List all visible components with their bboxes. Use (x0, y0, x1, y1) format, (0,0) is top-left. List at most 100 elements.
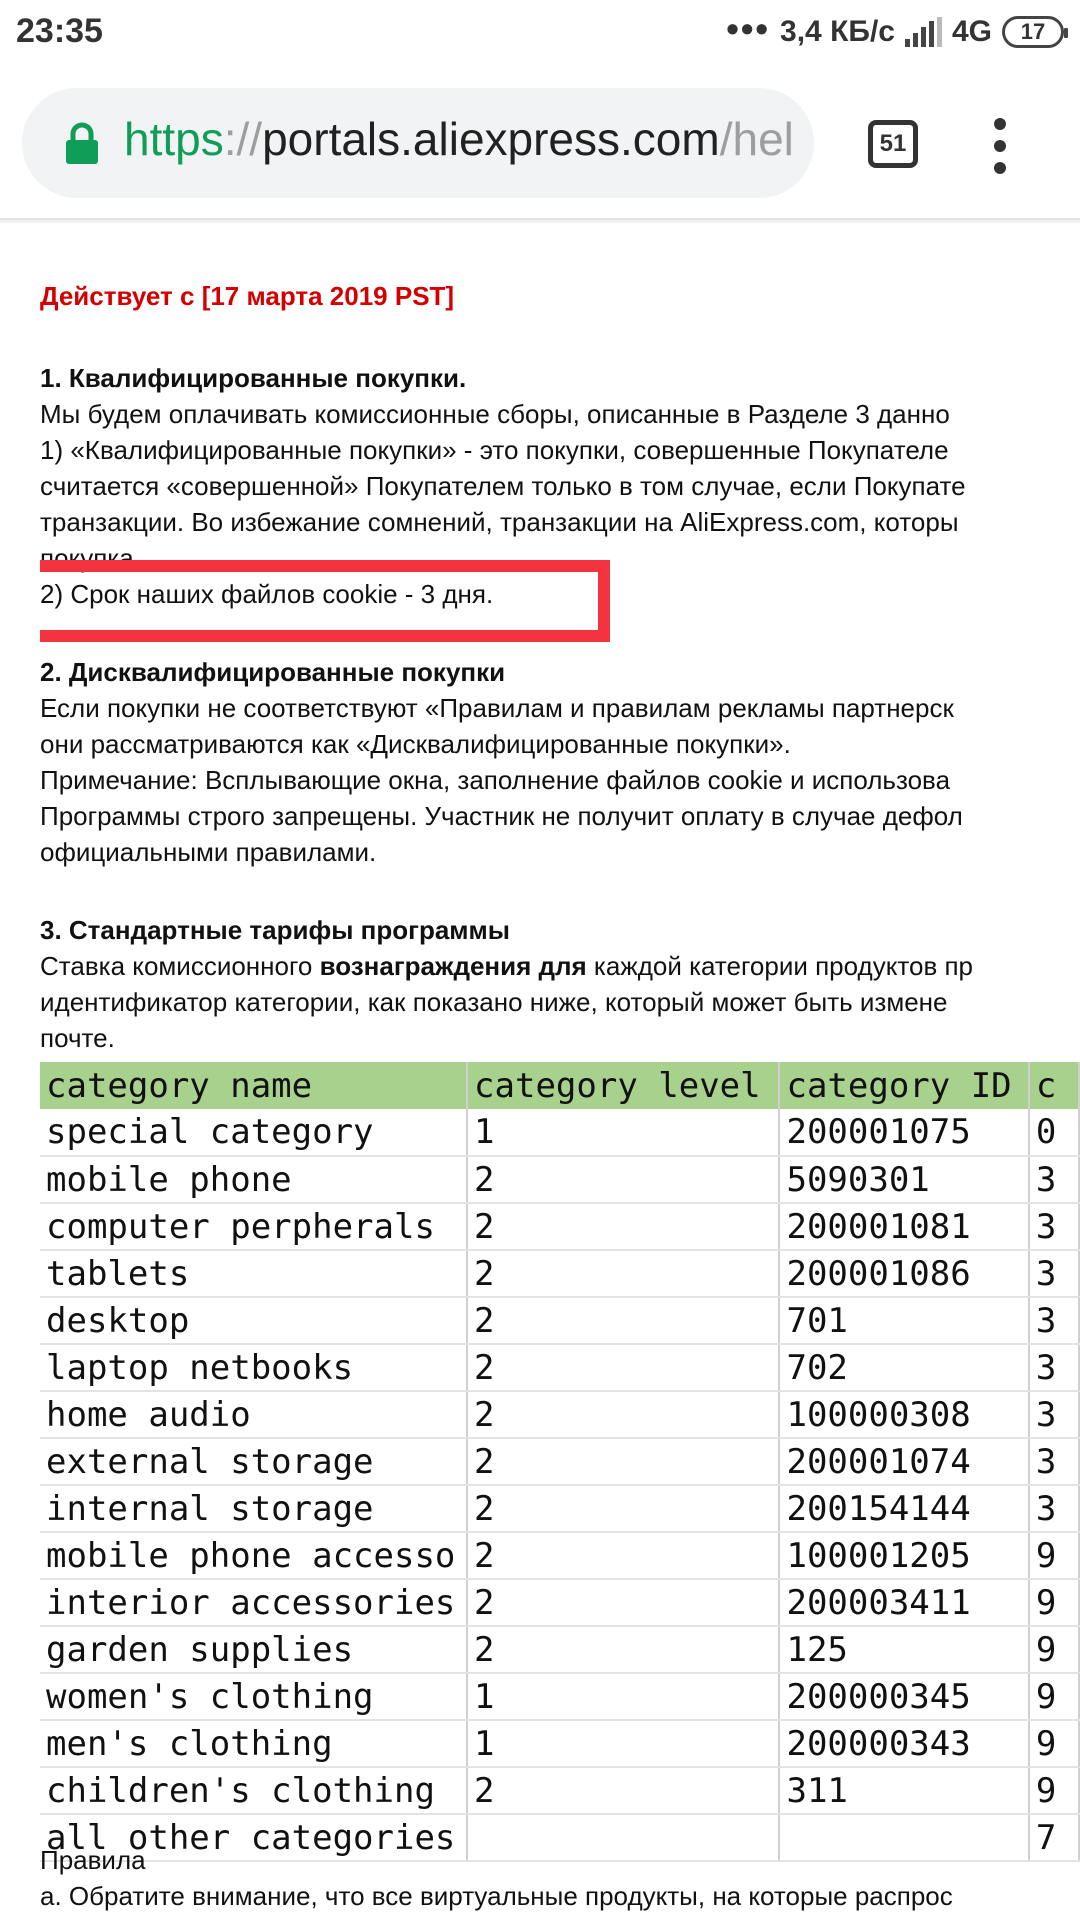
table-header-row: category name category level category ID… (40, 1062, 1080, 1109)
paragraph-line: они рассматриваются как «Дисквалифициров… (40, 729, 791, 759)
effective-date: Действует с [17 марта 2019 PST] (40, 281, 455, 311)
table-cell: laptop netbooks (40, 1344, 469, 1392)
table-cell: desktop (40, 1297, 469, 1345)
table-cell: 200003411 (779, 1579, 1030, 1627)
url-scheme: https (124, 113, 224, 165)
table-cell: home audio (40, 1391, 469, 1439)
table-cell: 2 (467, 1344, 781, 1392)
table-cell: 3 (1028, 1156, 1080, 1204)
table-cell: 125 (779, 1626, 1030, 1674)
address-bar[interactable]: https://portals.aliexpress.com/hel (22, 88, 814, 198)
table-cell: 200001075 (779, 1109, 1030, 1157)
url-text[interactable]: https://portals.aliexpress.com/hel (124, 112, 794, 166)
table-cell: 100001205 (779, 1532, 1030, 1580)
url-separator: :// (223, 113, 263, 165)
table-row: garden supplies 2 125 9 (40, 1626, 1080, 1674)
text-span: Ставка комиссионного (40, 951, 320, 981)
table-cell: internal storage (40, 1485, 469, 1533)
table-cell: women's clothing (40, 1673, 469, 1721)
bold-text: вознаграждения для (319, 951, 587, 981)
table-row: mobile phone accesso 2 100001205 9 (40, 1532, 1080, 1580)
battery-level: 17 (1020, 19, 1046, 44)
text-span: каждой категории продуктов пр (586, 951, 974, 981)
lock-icon (66, 122, 98, 164)
table-cell: 3 (1028, 1438, 1080, 1486)
table-cell: external storage (40, 1438, 469, 1486)
section-1-title: 1. Квалифицированные покупки. (40, 363, 467, 393)
table-row: internal storage 2 200154144 3 (40, 1485, 1080, 1533)
table-cell: 2 (467, 1485, 781, 1533)
table-cell: special category (40, 1109, 469, 1157)
table-cell: 3 (1028, 1344, 1080, 1392)
paragraph-line: Ставка комиссионного вознаграждения для … (40, 948, 973, 984)
table-cell: 9 (1028, 1673, 1080, 1721)
network-speed: 3,4 КБ/с (780, 15, 895, 48)
status-indicators: ••• 3,4 КБ/с 4G 17 (726, 8, 1068, 52)
table-cell: mobile phone (40, 1156, 469, 1204)
table-cell: 5090301 (779, 1156, 1030, 1204)
table-cell: 200001074 (779, 1438, 1030, 1486)
table-cell: 3 (1028, 1203, 1080, 1251)
signal-icon (904, 17, 942, 47)
table-row: laptop netbooks 2 702 3 (40, 1344, 1080, 1392)
table-cell: 2 (467, 1438, 781, 1486)
table-cell: interior accessories (40, 1579, 469, 1627)
paragraph-line: Примечание: Всплывающие окна, заполнение… (40, 765, 951, 795)
table-cell: 2 (467, 1297, 781, 1345)
table-row: external storage 2 200001074 3 (40, 1438, 1080, 1486)
table-cell: 200001086 (779, 1250, 1030, 1298)
table-cell: garden supplies (40, 1626, 469, 1674)
url-path: /hel (719, 113, 794, 165)
section-3: 3. Стандартные тарифы программы Ставка к… (40, 912, 973, 1056)
table-cell: children's clothing (40, 1767, 469, 1815)
table-cell: 9 (1028, 1626, 1080, 1674)
battery-icon: 17 (1002, 16, 1068, 48)
highlight-box (40, 560, 610, 642)
table-cell: 1 (467, 1673, 781, 1721)
table-cell: 701 (779, 1297, 1030, 1345)
table-cell: 7 (1028, 1814, 1080, 1862)
table-cell: 3 (1028, 1297, 1080, 1345)
paragraph-line: почте. (40, 1023, 115, 1053)
table-row: interior accessories 2 200003411 9 (40, 1579, 1080, 1627)
rules-title: Правила (40, 1845, 146, 1875)
overflow-menu-icon[interactable] (990, 118, 1010, 174)
table-cell: 0 (1028, 1109, 1080, 1157)
table-cell: 9 (1028, 1532, 1080, 1580)
table-cell: 9 (1028, 1579, 1080, 1627)
tabs-count-icon[interactable]: 51 (868, 120, 918, 168)
table-cell: 100000308 (779, 1391, 1030, 1439)
paragraph-line: a. Обратите внимание, что все виртуальны… (40, 1881, 953, 1911)
table-row: women's clothing 1 200000345 9 (40, 1673, 1080, 1721)
table-cell: 200000345 (779, 1673, 1030, 1721)
table-row: mobile phone 2 5090301 3 (40, 1156, 1080, 1204)
table-cell: 2 (467, 1391, 781, 1439)
table-cell: men's clothing (40, 1720, 469, 1768)
table-cell: tablets (40, 1250, 469, 1298)
table-row: special category 1 200001075 0 (40, 1109, 1080, 1157)
browser-toolbar: https://portals.aliexpress.com/hel 51 (0, 70, 1080, 220)
table-cell: 2 (467, 1626, 781, 1674)
paragraph-line: считается «совершенной» Покупателем толь… (40, 471, 966, 501)
tab-count: 51 (879, 130, 907, 157)
table-cell: 200154144 (779, 1485, 1030, 1533)
table-row: children's clothing 2 311 9 (40, 1767, 1080, 1815)
table-cell: 3 (1028, 1485, 1080, 1533)
paragraph-line: Если покупки не соответствуют «Правилам … (40, 693, 954, 723)
section-2: 2. Дисквалифицированные покупки Если пок… (40, 654, 963, 870)
table-row: home audio 2 100000308 3 (40, 1391, 1080, 1439)
paragraph-line: транзакции. Во избежание сомнений, транз… (40, 507, 959, 537)
notification-dots-icon: ••• (726, 8, 771, 49)
table-cell: 2 (467, 1532, 781, 1580)
table-cell: 2 (467, 1767, 781, 1815)
table-cell: 3 (1028, 1250, 1080, 1298)
table-cell: 2 (467, 1579, 781, 1627)
paragraph-line: Программы строго запрещены. Участник не … (40, 801, 963, 831)
table-row: men's clothing 1 200000343 9 (40, 1720, 1080, 1768)
page-content: Действует с [17 марта 2019 PST] 1. Квали… (40, 224, 1080, 1920)
paragraph-line: официальными правилами. (40, 837, 377, 867)
table-cell: computer perpherals (40, 1203, 469, 1251)
section-3-title: 3. Стандартные тарифы программы (40, 915, 510, 945)
table-row: tablets 2 200001086 3 (40, 1250, 1080, 1298)
table-cell: 9 (1028, 1720, 1080, 1768)
